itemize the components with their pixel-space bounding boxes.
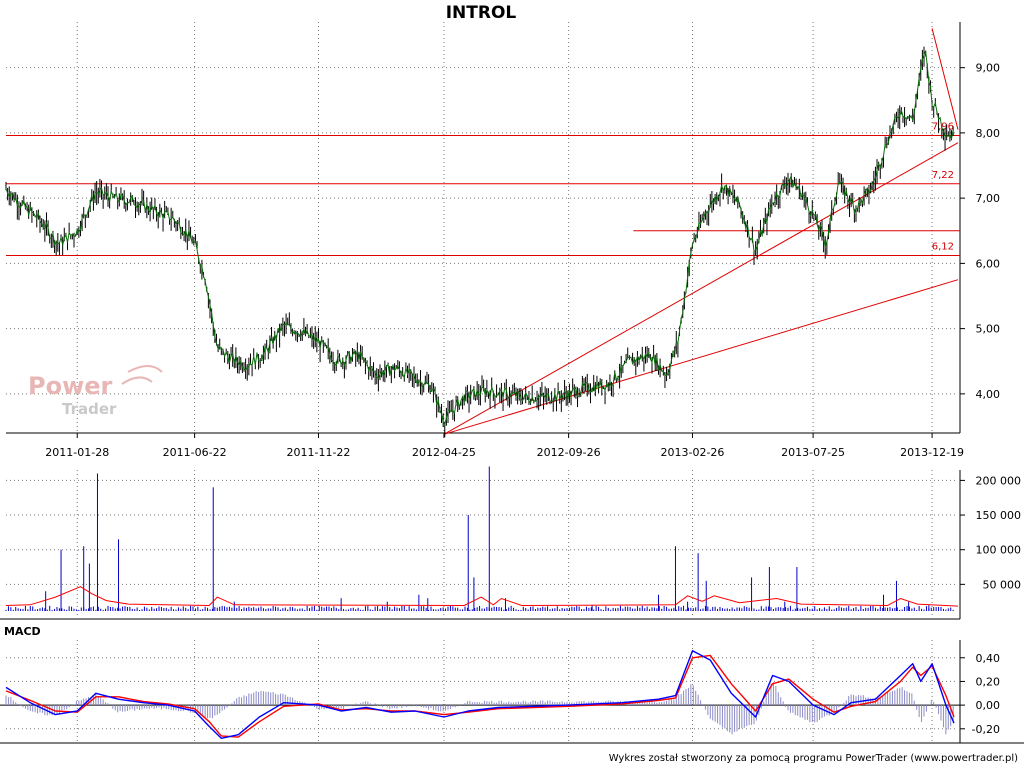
x-tick-label-6: 2013-07-25: [781, 446, 845, 459]
y-tick-label-5: 9,00: [976, 62, 1001, 75]
y-tick-label-4: 8,00: [976, 127, 1001, 140]
level-label-1: 7,22: [932, 170, 954, 181]
x-tick-label-4: 2012-09-26: [537, 446, 601, 459]
x-tick-label-0: 2011-01-28: [45, 446, 109, 459]
y-tick-label-0: 4,00: [976, 388, 1001, 401]
macd-tick-label-0: -0,20: [972, 723, 1000, 736]
volume-tick-label-3: 200 000: [976, 474, 1022, 487]
y-tick-label-3: 7,00: [976, 192, 1001, 205]
footer-credit: Wykres został stworzony za pomocą progra…: [609, 753, 1018, 764]
x-tick-label-5: 2013-02-26: [661, 446, 725, 459]
volume-bars: [5, 466, 954, 611]
x-tick-label-1: 2011-06-22: [163, 446, 227, 459]
trendline-2: [931, 28, 959, 130]
macd-line: [5, 650, 955, 739]
macd-label: MACD: [4, 625, 41, 638]
logo-power: Power: [28, 372, 113, 400]
macd-tick-label-1: 0,00: [976, 699, 1001, 712]
logo-trader: Trader: [62, 400, 117, 418]
macd-signal-line: [5, 654, 955, 738]
volume-tick-label-0: 50 000: [983, 578, 1022, 591]
x-tick-label-2: 2011-11-22: [287, 446, 351, 459]
chart-title: INTROL: [446, 3, 517, 23]
y-tick-label-2: 6,00: [976, 257, 1001, 270]
price-line: [5, 50, 954, 426]
macd-histogram: [5, 682, 954, 735]
x-tick-label-7: 2013-12-19: [900, 446, 964, 459]
macd-tick-label-2: 0,20: [976, 675, 1001, 688]
macd-tick-label-3: 0,40: [976, 652, 1001, 665]
logo-swoosh-icon: [121, 365, 163, 385]
volume-tick-label-2: 150 000: [976, 509, 1022, 522]
volume-tick-label-1: 100 000: [976, 544, 1022, 557]
x-tick-label-3: 2012-04-25: [412, 446, 476, 459]
y-tick-label-1: 5,00: [976, 323, 1001, 336]
stock-chart: INTROL 2011-01-28 2011-06-22 2011-11-22 2012…: [0, 3, 1024, 764]
level-label-2: 6,12: [932, 242, 954, 253]
trendline-1: [443, 279, 959, 435]
volume-average-line: [5, 586, 959, 607]
